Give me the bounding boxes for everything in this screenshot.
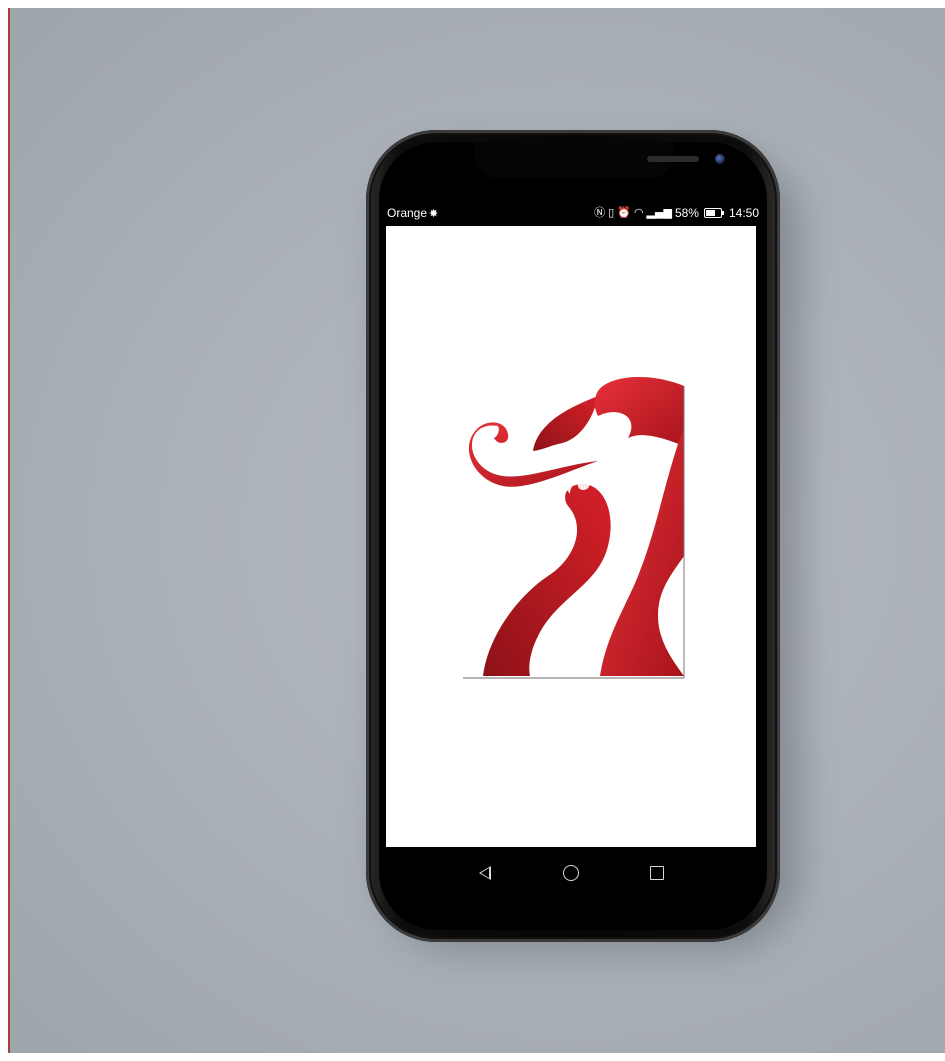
back-triangle-icon <box>479 866 491 880</box>
status-icons: Ⓝ ▯ ⏰ ◠ ▂▄▆ 58% 14:50 <box>594 202 759 224</box>
phone-device: Orange ✸ Ⓝ ▯ ⏰ ◠ ▂▄▆ 58% 14:50 <box>366 130 780 942</box>
status-bar: Orange ✸ Ⓝ ▯ ⏰ ◠ ▂▄▆ 58% 14:50 <box>387 202 759 224</box>
logo-stem-left <box>483 484 611 676</box>
phone-bezel: Orange ✸ Ⓝ ▯ ⏰ ◠ ▂▄▆ 58% 14:50 <box>379 142 767 930</box>
accent-line <box>8 8 10 1053</box>
carrier-label: Orange ✸ <box>387 202 438 225</box>
alarm-icon: ⏰ <box>617 206 631 219</box>
speaker-grille <box>647 156 699 162</box>
notch <box>475 142 725 178</box>
signal-icon: ▂▄▆ <box>646 206 672 219</box>
carrier-name: Orange <box>387 206 428 220</box>
vibrate-icon: ▯ <box>608 206 615 219</box>
wifi-icon: ◠ <box>633 206 644 219</box>
nav-home-button[interactable] <box>560 862 582 884</box>
clock-time: 14:50 <box>728 206 759 220</box>
logo-illustration <box>463 376 685 679</box>
app-screen <box>386 226 756 847</box>
front-camera-icon <box>715 154 725 164</box>
carrier-star-icon: ✸ <box>429 207 439 220</box>
home-circle-icon <box>563 865 579 881</box>
navigation-bar <box>386 847 756 899</box>
recents-square-icon <box>650 866 664 880</box>
logo-head-right <box>594 376 684 446</box>
nav-back-button[interactable] <box>474 862 496 884</box>
battery-icon <box>703 208 724 218</box>
logo-stem-right <box>600 426 684 676</box>
logo-leaf-middle <box>533 396 598 451</box>
nfc-icon: Ⓝ <box>594 206 606 219</box>
battery-percent: 58% <box>674 206 699 220</box>
nav-recents-button[interactable] <box>646 862 668 884</box>
page: Orange ✸ Ⓝ ▯ ⏰ ◠ ▂▄▆ 58% 14:50 <box>0 0 945 1061</box>
